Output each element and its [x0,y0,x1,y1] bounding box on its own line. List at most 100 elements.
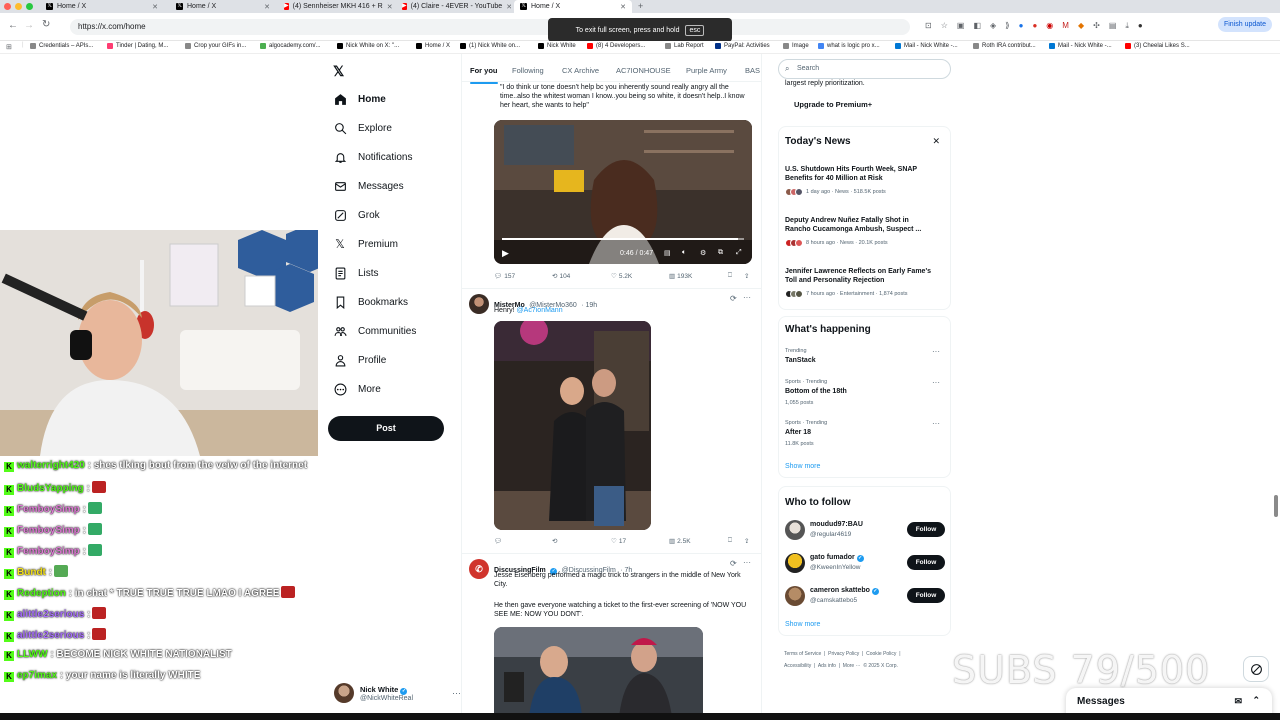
tab-following[interactable]: Following [512,66,544,75]
footer-link[interactable]: Ads info [818,663,836,669]
share-button[interactable]: ⇪ [744,537,749,545]
expand-chevron-icon[interactable]: ⌃ [1252,695,1260,706]
nav-item-premium[interactable]: 𝕏 Premium [333,237,398,251]
reload-icon[interactable]: ↻ [42,19,50,30]
footer-link[interactable]: Accessibility [784,663,811,669]
back-icon[interactable]: ← [8,20,18,31]
news-headline[interactable]: Deputy Andrew Nuñez Fatally Shot in Ranc… [785,216,935,234]
follow-suggestion[interactable]: moudud97:BAU @regular4619 Follow [785,519,945,543]
bookmark-item[interactable]: Nick White [538,43,576,49]
bookmark-item[interactable]: what is logic pro x... [818,43,880,49]
follow-button[interactable]: Follow [907,555,945,570]
nav-item-profile[interactable]: Profile [333,353,386,367]
tab-ac7ionhouse[interactable]: AC7IONHOUSE [616,66,671,75]
tweet-photo[interactable] [494,321,651,530]
bookmark-item[interactable]: Roth IRA contribut... [973,43,1036,49]
bookmark-item[interactable]: Crop your GIFs in... [185,43,246,49]
bookmark-item[interactable]: (8) 4 Developers... [587,43,645,49]
nav-item-messages[interactable]: Messages [333,179,404,193]
finish-update-button[interactable]: Finish update [1217,17,1272,32]
follow-button[interactable]: Follow [907,588,945,603]
search-input[interactable]: ⌕ Search [778,59,951,79]
reply-button[interactable]: 💬︎ [494,537,504,545]
extension-icon[interactable]: ◈ [990,21,996,31]
follow-suggestion[interactable]: cameron skattebo ✓ @camskattebo5 Follow [785,585,945,609]
more-dots-icon[interactable]: ··· [932,419,940,428]
more-dots-icon[interactable]: ··· [932,347,940,356]
download-icon[interactable]: ⤓ [1125,21,1129,31]
close-icon[interactable]: ✕ [932,136,940,147]
browser-tab[interactable]: 𝕏 Home / X ✕ [170,0,276,13]
like-button[interactable]: ♡ 17 [611,537,626,546]
tab-purple-army[interactable]: Purple Army [686,66,727,75]
url-field[interactable]: https://x.com/home [70,19,910,35]
footer-link[interactable]: More ··· [843,663,861,669]
nav-item-notifications[interactable]: Notifications [333,150,412,164]
extension-icon[interactable]: ◧ [973,21,981,31]
show-more-link[interactable]: Show more [785,621,820,628]
nav-item-communities[interactable]: Communities [333,324,416,338]
bookmark-item[interactable]: PayPal: Activities [715,43,770,49]
captions-icon[interactable]: ▤ [664,249,671,257]
grok-explain-icon[interactable]: ⟳ [730,559,737,568]
repost-button[interactable]: ⟲ [552,537,559,545]
gmail-extension-icon[interactable]: M [1062,21,1069,31]
trend-name[interactable]: Bottom of the 18th [785,388,847,395]
maximize-window-button[interactable] [26,3,33,10]
close-tab-icon[interactable]: ✕ [387,3,393,11]
browser-tab-active[interactable]: 𝕏 Home / X ✕ [514,0,632,13]
grok-explain-icon[interactable]: ⟳ [730,294,737,303]
like-button[interactable]: ♡ 5.2K [611,272,632,281]
bookmark-item[interactable]: Image [783,43,809,49]
avatar[interactable]: ✆ [469,559,489,579]
footer-link[interactable]: Terms of Service [784,651,821,657]
bookmark-item[interactable]: algocademy.com/... [260,43,321,49]
tab-for-you[interactable]: For you [470,66,498,84]
bookmark-button[interactable]: ⎕ [728,272,732,280]
news-headline[interactable]: Jennifer Lawrence Reflects on Early Fame… [785,267,935,285]
close-tab-icon[interactable]: ✕ [152,3,158,11]
bookmark-item[interactable]: Lab Report [665,43,704,49]
install-icon[interactable]: ⊡ [925,21,932,31]
bookmark-item[interactable]: (3) Cheelai Likes S... [1125,43,1190,49]
star-icon[interactable]: ☆ [941,21,948,31]
close-tab-icon[interactable]: ✕ [264,3,270,11]
pip-icon[interactable]: ⧉ [718,249,723,257]
forward-icon[interactable]: → [24,20,34,31]
views-button[interactable]: ▥ 193K [669,272,692,281]
bookmark-item[interactable]: (1) Nick White on... [460,43,520,49]
reply-button[interactable]: 💬︎ 157 [494,272,515,281]
tweet-time[interactable]: · 19h [581,302,597,309]
extension-icon[interactable]: ◉ [1046,21,1053,31]
mention-link[interactable]: @Ac7ionMann [517,307,563,314]
fullscreen-icon[interactable]: ⤢ [736,249,742,257]
more-dots-icon[interactable]: ··· [452,688,461,698]
news-headline[interactable]: U.S. Shutdown Hits Fourth Week, SNAP Ben… [785,165,935,183]
trend-name[interactable]: After 18 [785,429,811,436]
close-tab-icon[interactable]: ✕ [506,3,511,11]
share-button[interactable]: ⇪ [744,272,749,280]
tab-cx-archive[interactable]: CX Archive [562,66,599,75]
bookmark-item[interactable]: Home / X [416,43,450,49]
nav-item-home[interactable]: Home [333,92,386,106]
extension-icon[interactable]: ▣ [957,21,965,31]
nav-item-more[interactable]: More [333,382,381,396]
bookmark-item[interactable]: Mail - Nick White -... [895,43,958,49]
show-more-link[interactable]: Show more [785,463,820,470]
follow-button[interactable]: Follow [907,522,945,537]
views-button[interactable]: ▥ 2.5K [669,537,691,546]
trend-name[interactable]: TanStack [785,357,816,364]
settings-gear-icon[interactable]: ⚙︎ [700,249,706,257]
browser-tab[interactable]: ▶ (4) Claire - 4EVER - YouTube ✕ [396,0,511,13]
browser-tab[interactable]: ▶ (4) Sennheiser MKH 416 + R ✕ [278,0,393,13]
repost-button[interactable]: ⟲ 104 [552,272,570,281]
nav-item-bookmarks[interactable]: Bookmarks [333,295,408,309]
profile-avatar-icon[interactable]: ● [1138,21,1143,31]
more-dots-icon[interactable]: ··· [932,378,940,387]
browser-tab[interactable]: 𝕏 Home / X ✕ [40,0,164,13]
bookmark-item[interactable]: Credentials – APIs... [30,43,93,49]
nav-item-grok[interactable]: Grok [333,208,380,222]
puzzle-icon[interactable]: ✣ [1093,21,1100,31]
tweet-photo[interactable] [494,627,703,717]
x-logo-icon[interactable]: 𝕏 [333,63,344,80]
